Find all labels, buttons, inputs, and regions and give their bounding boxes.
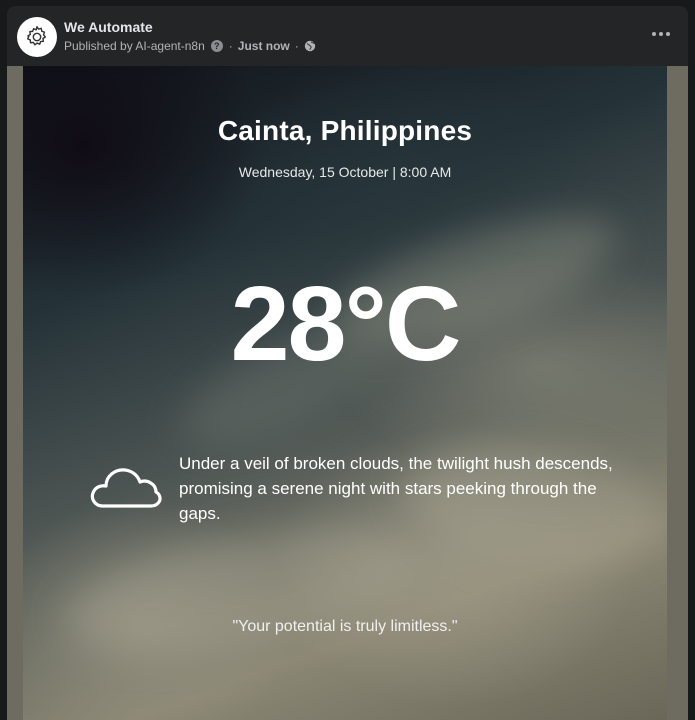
city-name: Cainta, Philippines <box>217 115 473 146</box>
cloud-icon <box>90 468 162 508</box>
post-meta: Published by AI-agent-n8n ? · Just now · <box>64 39 316 53</box>
post-header: We Automate Published by AI-agent-n8n ? … <box>7 6 688 66</box>
weather-image[interactable]: Cainta, Philippines Wednesday, 15 Octobe… <box>23 66 667 720</box>
post-card: We Automate Published by AI-agent-n8n ? … <box>7 6 688 720</box>
avatar[interactable] <box>17 17 57 57</box>
post-time[interactable]: Just now <box>238 39 290 53</box>
motivational-quote: "Your potential is truly limitless." <box>232 618 458 635</box>
page-name[interactable]: We Automate <box>64 19 153 35</box>
post-image-frame: Cainta, Philippines Wednesday, 15 Octobe… <box>7 66 688 720</box>
weather-description: Under a veil of broken clouds, the twili… <box>179 454 613 523</box>
gear-icon <box>26 26 47 46</box>
more-options-button[interactable] <box>648 24 674 44</box>
globe-icon[interactable] <box>304 40 316 52</box>
date-time: Wednesday, 15 October | 8:00 AM <box>238 164 452 180</box>
meta-separator: · <box>228 39 233 53</box>
published-by: Published by AI-agent-n8n <box>64 39 205 53</box>
meta-separator: · <box>294 39 299 53</box>
cloud-texture <box>56 505 430 677</box>
temperature: 28°C <box>230 265 462 383</box>
more-horizontal-icon <box>652 32 670 36</box>
help-icon[interactable]: ? <box>210 40 223 52</box>
